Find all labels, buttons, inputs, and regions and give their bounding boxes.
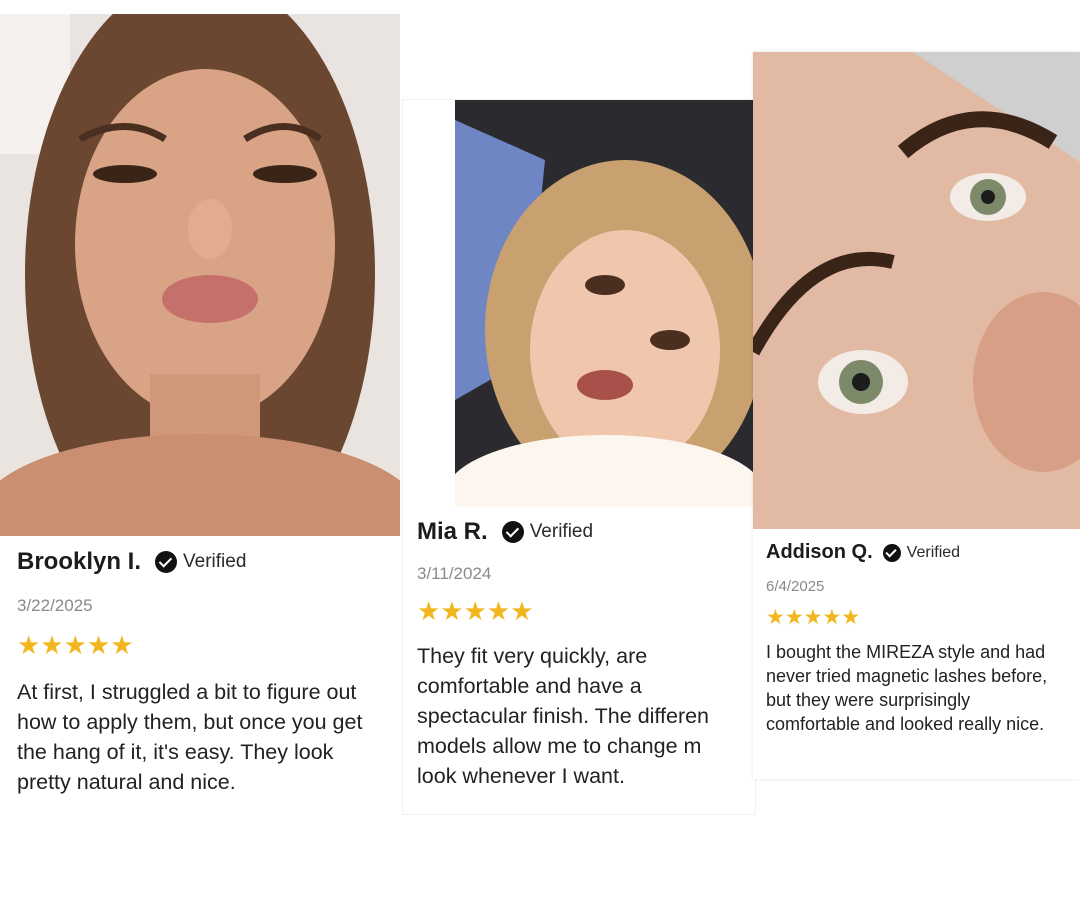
review-photo[interactable] bbox=[455, 100, 755, 507]
verified-check-icon bbox=[155, 551, 178, 573]
selfie-image bbox=[455, 100, 755, 507]
reviewer-row: Mia R. Verified bbox=[417, 518, 741, 546]
verified-label: Verified bbox=[183, 551, 247, 572]
review-info: Brooklyn I. Verified 3/22/2025 ★★★★★ At … bbox=[0, 548, 402, 797]
review-photo[interactable] bbox=[0, 14, 400, 536]
review-text: They fit very quickly, are comfortable a… bbox=[417, 641, 741, 791]
review-date: 6/4/2025 bbox=[766, 578, 825, 595]
closeup-eye-image bbox=[753, 52, 1080, 529]
review-date: 3/22/2025 bbox=[17, 596, 93, 615]
review-info: Mia R. Verified 3/11/2024 ★★★★★ They fit… bbox=[403, 518, 755, 791]
verified-check-icon bbox=[882, 543, 901, 562]
reviewer-name: Addison Q. bbox=[766, 541, 873, 563]
review-text: I bought the MIREZA style and had never … bbox=[766, 642, 1048, 734]
review-text: At first, I struggled a bit to figure ou… bbox=[17, 680, 363, 794]
review-photo[interactable] bbox=[753, 52, 1080, 529]
reviewer-row: Brooklyn I. Verified bbox=[17, 548, 385, 576]
verified-label: Verified bbox=[529, 521, 594, 542]
reviewer-name: Brooklyn I. bbox=[17, 548, 142, 575]
review-text-line: models allow me to change m bbox=[417, 734, 702, 758]
verified-label: Verified bbox=[906, 543, 961, 561]
selfie-image bbox=[0, 14, 400, 536]
review-text-line: spectacular finish. The differen bbox=[417, 704, 710, 728]
star-rating: ★★★★★ bbox=[17, 630, 134, 660]
review-card: Addison Q. Verified 6/4/2025 ★★★★★ I bou… bbox=[753, 52, 1080, 779]
review-date: 3/11/2024 bbox=[417, 564, 492, 583]
review-text-line: comfortable and have a bbox=[417, 674, 642, 698]
review-card: Mia R. Verified 3/11/2024 ★★★★★ They fit… bbox=[403, 100, 755, 814]
verified-check-icon bbox=[501, 521, 524, 543]
star-rating: ★★★★★ bbox=[766, 606, 861, 629]
reviewer-row: Addison Q. Verified bbox=[766, 541, 1067, 564]
review-text-line: They fit very quickly, are bbox=[417, 644, 648, 668]
review-text-line: look whenever I want. bbox=[417, 764, 625, 788]
review-card: Brooklyn I. Verified 3/22/2025 ★★★★★ At … bbox=[0, 14, 402, 814]
review-info: Addison Q. Verified 6/4/2025 ★★★★★ I bou… bbox=[753, 541, 1080, 736]
reviewer-name: Mia R. bbox=[417, 518, 488, 545]
star-rating: ★★★★★ bbox=[417, 596, 534, 626]
